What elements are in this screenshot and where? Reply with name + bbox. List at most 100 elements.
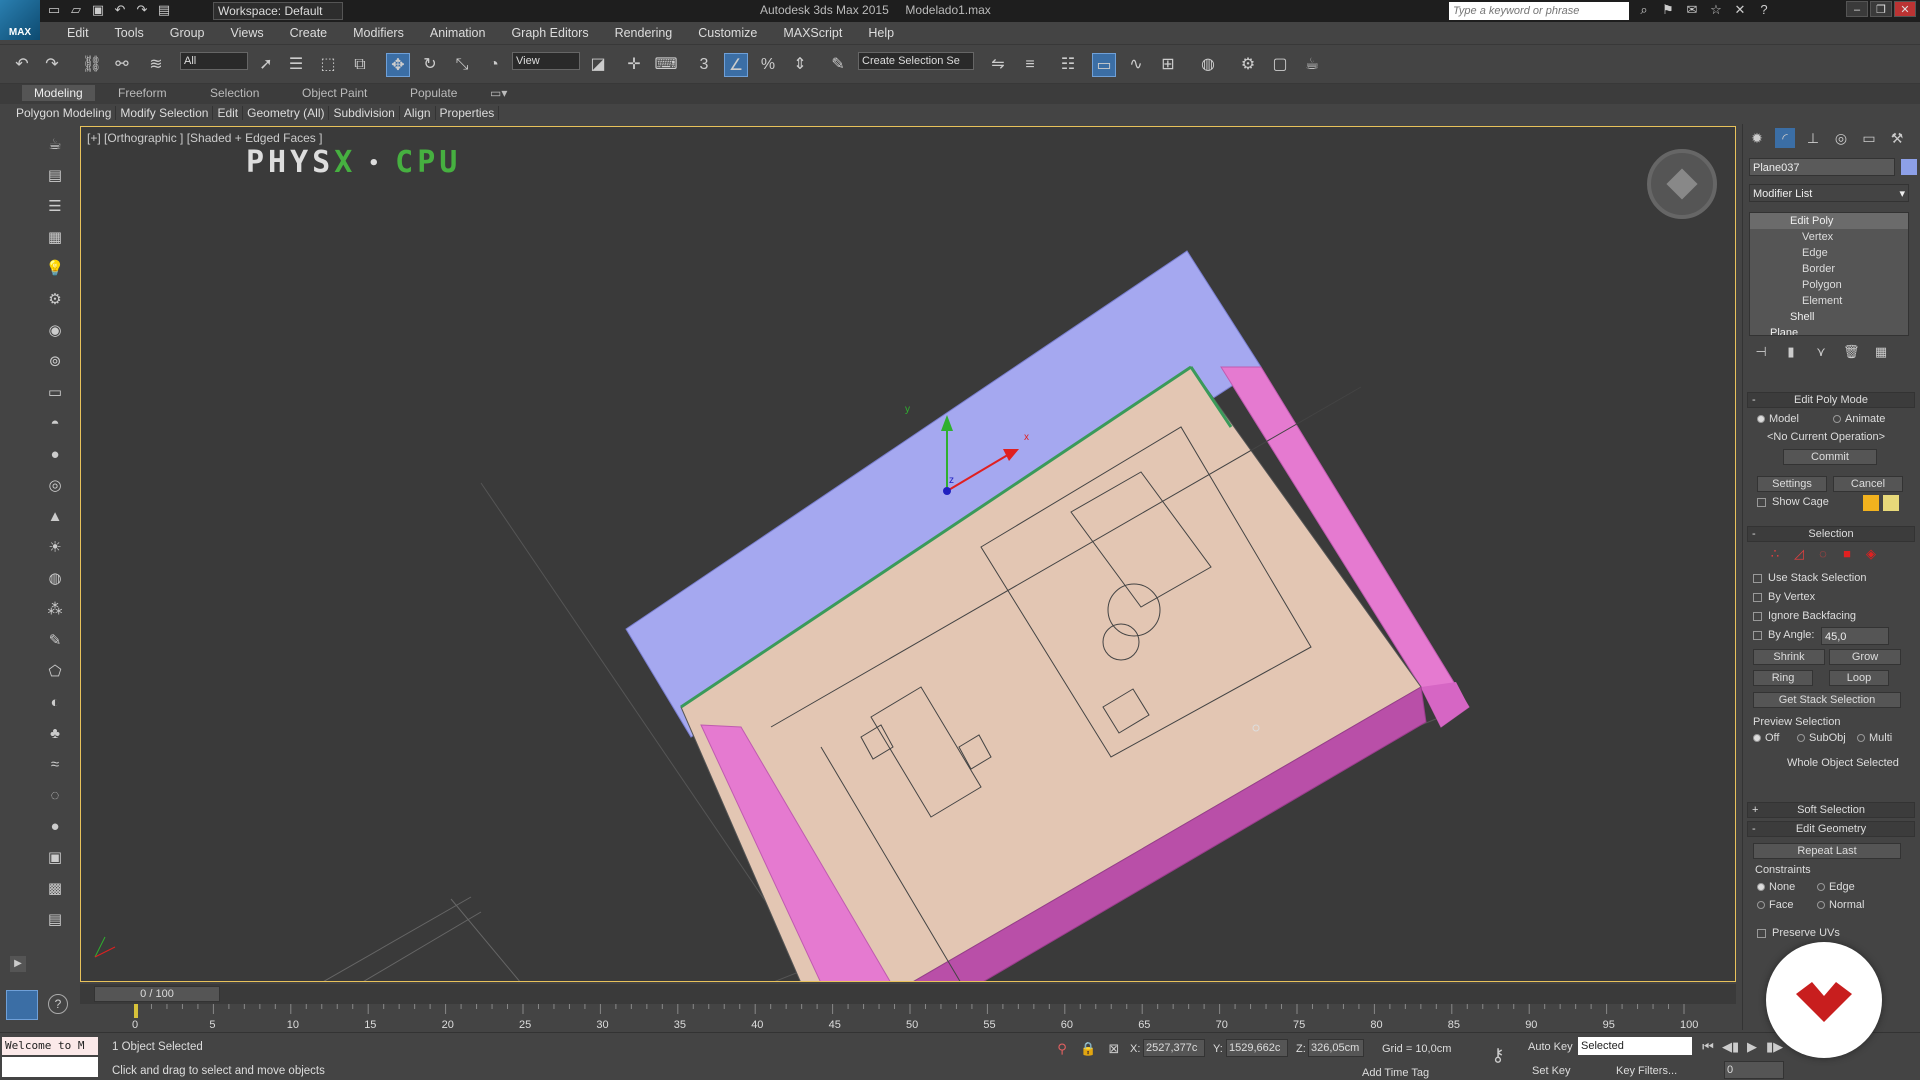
preview-multi-radio[interactable]: Multi: [1857, 732, 1892, 744]
rollout-selection[interactable]: - Selection: [1747, 526, 1915, 542]
tab-selection[interactable]: Selection: [210, 86, 259, 100]
info-icon[interactable]: ?: [48, 994, 68, 1014]
isolate-selection-icon[interactable]: ⚲: [1054, 1041, 1070, 1057]
help-icon[interactable]: ?: [1756, 2, 1772, 18]
make-unique-icon[interactable]: ⋎: [1813, 344, 1829, 360]
cage-selected-color-swatch[interactable]: [1883, 495, 1899, 511]
trackbar[interactable]: 0 5 10 15 20 25 30 35 40 45 50 55 60 65 70 75 80 85 90 95 10…: [80, 1004, 1736, 1032]
maxscript-listener[interactable]: Welcome to M: [2, 1037, 98, 1055]
y-coord-field[interactable]: 1529,662c: [1226, 1039, 1288, 1057]
select-move-icon[interactable]: ✥: [386, 53, 410, 77]
align-icon[interactable]: ≡: [1018, 53, 1042, 77]
select-place-icon[interactable]: ◔: [482, 53, 506, 77]
menu-create[interactable]: Create: [277, 22, 341, 44]
material-sphere-icon[interactable]: ●: [44, 816, 66, 838]
pin-stack-icon[interactable]: ⊣: [1753, 344, 1769, 360]
constraint-edge-radio[interactable]: Edge: [1817, 881, 1855, 893]
tab-modeling[interactable]: Modeling: [22, 85, 95, 101]
menu-edit[interactable]: Edit: [54, 22, 102, 44]
x-coord-field[interactable]: 2527,377c: [1143, 1039, 1205, 1057]
modifier-list-dropdown[interactable]: Modifier List ▾: [1749, 184, 1909, 202]
shrink-button[interactable]: Shrink: [1753, 649, 1825, 665]
close-button[interactable]: ✕: [1894, 1, 1916, 17]
play-icon[interactable]: ▶: [1744, 1039, 1760, 1055]
table-icon[interactable]: ▦: [44, 227, 66, 249]
go-to-start-icon[interactable]: ⏮: [1700, 1039, 1716, 1055]
app-logo[interactable]: MAX: [0, 0, 40, 40]
snaps-toggle-icon[interactable]: 3: [692, 53, 716, 77]
help-search-input[interactable]: [1449, 2, 1629, 20]
panel-properties[interactable]: Properties: [436, 106, 500, 120]
project-folder-icon[interactable]: ▤: [156, 2, 172, 18]
teapot-icon[interactable]: ☕: [44, 134, 66, 156]
menu-help[interactable]: Help: [855, 22, 907, 44]
redo-icon[interactable]: ↷: [134, 2, 150, 18]
select-by-name-icon[interactable]: ☰: [284, 53, 308, 77]
preview-off-radio[interactable]: Off: [1753, 732, 1779, 744]
shape-icon[interactable]: ⬠: [44, 661, 66, 683]
rollout-soft-selection[interactable]: + Soft Selection: [1747, 802, 1915, 818]
layer-list-icon[interactable]: ☰: [44, 196, 66, 218]
tab-object-paint[interactable]: Object Paint: [302, 86, 367, 100]
utilities-tab-icon[interactable]: ⚒: [1887, 128, 1907, 148]
select-scale-icon[interactable]: ⤡: [450, 53, 474, 77]
get-stack-selection-button[interactable]: Get Stack Selection: [1753, 692, 1901, 708]
repeat-last-button[interactable]: Repeat Last: [1753, 843, 1901, 859]
map-icon[interactable]: ▣: [44, 847, 66, 869]
minimize-button[interactable]: –: [1846, 1, 1868, 17]
menu-maxscript[interactable]: MAXScript: [770, 22, 855, 44]
show-cage-checkbox[interactable]: Show Cage: [1757, 496, 1829, 508]
cloth-icon[interactable]: ◌: [44, 785, 66, 807]
motion-tab-icon[interactable]: ◎: [1831, 128, 1851, 148]
time-slider[interactable]: 0 / 100: [94, 986, 220, 1002]
object-color-swatch[interactable]: [1901, 159, 1917, 175]
panel-align[interactable]: Align: [400, 106, 436, 120]
select-object-icon[interactable]: ➚: [254, 53, 278, 77]
cone-icon[interactable]: ▲: [44, 506, 66, 528]
rollout-edit-geometry[interactable]: - Edit Geometry: [1747, 821, 1915, 837]
window-crossing-icon[interactable]: ⧉: [348, 53, 372, 77]
preview-subobj-radio[interactable]: SubObj: [1797, 732, 1846, 744]
workspace-dropdown[interactable]: Workspace: Default: [213, 2, 343, 20]
angle-spinner[interactable]: 45,0: [1821, 627, 1889, 645]
communication-icon[interactable]: ✉: [1684, 2, 1700, 18]
link-icon[interactable]: ⛓: [80, 53, 104, 77]
by-vertex-checkbox[interactable]: By Vertex: [1753, 591, 1815, 603]
element-mode-icon[interactable]: ◈: [1863, 546, 1879, 562]
subscription-icon[interactable]: ⚑: [1660, 2, 1676, 18]
document-icon[interactable]: ▤: [44, 909, 66, 931]
globe-icon[interactable]: ◐: [44, 692, 66, 714]
previous-frame-icon[interactable]: ◀▮: [1722, 1039, 1739, 1055]
panel-geometry-all[interactable]: Geometry (All): [243, 106, 330, 120]
render-icon[interactable]: ☕: [1300, 53, 1324, 77]
select-rotate-icon[interactable]: ↻: [418, 53, 442, 77]
menu-graph-editors[interactable]: Graph Editors: [498, 22, 601, 44]
box-icon[interactable]: ▭: [44, 382, 66, 404]
tab-populate[interactable]: Populate: [410, 86, 457, 100]
hair-icon[interactable]: ≈: [44, 754, 66, 776]
configure-sets-icon[interactable]: ▦: [1873, 344, 1889, 360]
stack-item-polygon[interactable]: Polygon: [1750, 277, 1908, 293]
animate-radio[interactable]: Animate: [1833, 413, 1885, 425]
selection-filter-dropdown[interactable]: All: [180, 52, 248, 70]
bind-space-warp-icon[interactable]: ≋: [144, 53, 168, 77]
camera-icon[interactable]: ◉: [44, 320, 66, 342]
pivot-center-icon[interactable]: ◪: [586, 53, 610, 77]
undo-icon[interactable]: ↶: [10, 53, 34, 77]
light-icon[interactable]: 💡: [44, 258, 66, 280]
schematic-view-icon[interactable]: ⊞: [1156, 53, 1180, 77]
helper-icon[interactable]: ⚙: [44, 289, 66, 311]
hierarchy-tab-icon[interactable]: ⊥: [1803, 128, 1823, 148]
tab-freeform[interactable]: Freeform: [118, 86, 167, 100]
by-angle-checkbox[interactable]: By Angle:: [1753, 629, 1814, 641]
exchange-icon[interactable]: ✕: [1732, 2, 1748, 18]
paint-icon[interactable]: ✎: [44, 630, 66, 652]
current-frame-field[interactable]: 0: [1724, 1061, 1784, 1079]
named-selection-dropdown[interactable]: Create Selection Se: [858, 52, 974, 70]
panel-modify-selection[interactable]: Modify Selection: [116, 106, 214, 120]
viewport-orthographic[interactable]: y x z [+] [Orthographic ] [Shaded + Edge…: [80, 126, 1736, 982]
stack-item-edge[interactable]: Edge: [1750, 245, 1908, 261]
constraint-face-radio[interactable]: Face: [1757, 899, 1793, 911]
current-frame-marker[interactable]: [134, 1004, 138, 1018]
create-tab-icon[interactable]: ✹: [1747, 128, 1767, 148]
